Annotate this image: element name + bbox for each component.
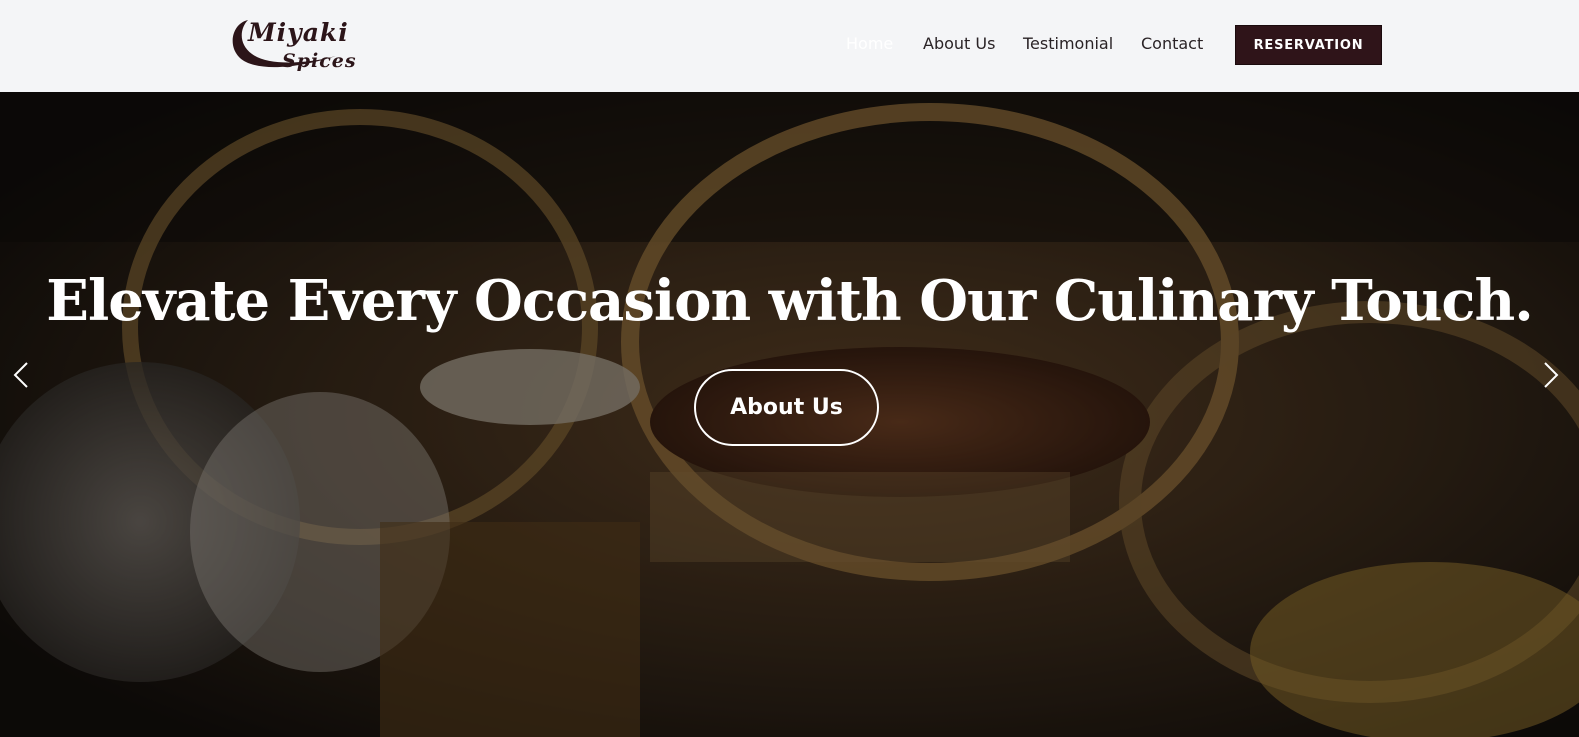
nav-home-link[interactable]: Home — [846, 34, 893, 53]
carousel-prev-button[interactable] — [9, 360, 33, 390]
brand-logo[interactable]: Miyaki Spices — [226, 12, 356, 78]
brand-name-line1: Miyaki — [248, 18, 349, 47]
hero-title: Elevate Every Occasion with Our Culinary… — [46, 268, 1533, 334]
nav-testimonial-link[interactable]: Testimonial — [1023, 34, 1113, 53]
nav-about-link[interactable]: About Us — [923, 34, 995, 53]
hero-about-us-button[interactable]: About Us — [694, 369, 879, 446]
nav-contact-link[interactable]: Contact — [1141, 34, 1203, 53]
chevron-left-icon — [13, 362, 28, 388]
reservation-button[interactable]: RESERVATION — [1235, 25, 1382, 65]
hero-slider: Elevate Every Occasion with Our Culinary… — [0, 92, 1579, 737]
carousel-next-button[interactable] — [1539, 360, 1563, 390]
chevron-right-icon — [1544, 362, 1559, 388]
navbar: Miyaki Spices Home About Us Testimonial … — [0, 0, 1579, 92]
brand-name-line2: Spices — [282, 50, 357, 72]
